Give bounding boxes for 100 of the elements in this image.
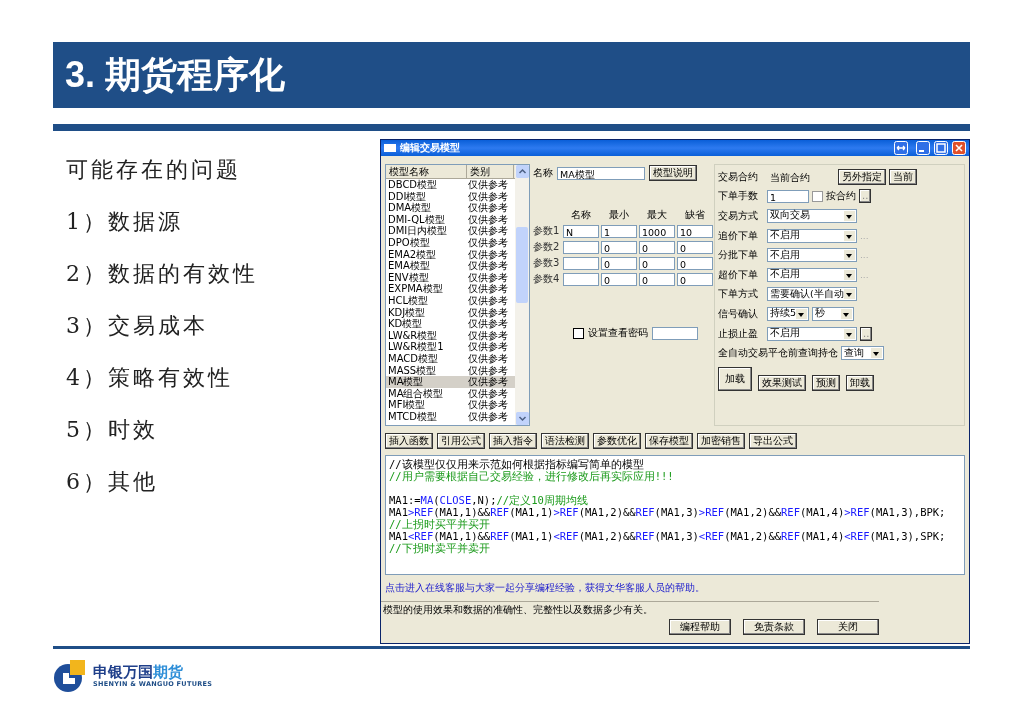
list-row[interactable]: MACD模型 仅供参考 xyxy=(386,352,515,365)
password-field[interactable] xyxy=(652,326,698,340)
help-link[interactable]: 点击进入在线客服与大家一起分享编程经验，获得文华客服人员的帮助。 xyxy=(385,582,705,593)
brand-name: 申银万国期货 xyxy=(93,664,184,680)
setting-label: 止损止盈 xyxy=(718,326,759,341)
slide-title: 3. 期货程序化 xyxy=(65,52,286,97)
toolbar-button[interactable]: 插入指令 xyxy=(489,433,537,449)
select-field[interactable]: 不启用 xyxy=(767,267,857,282)
toolbar-button[interactable]: 插入函数 xyxy=(385,433,433,449)
list-row[interactable]: KDJ模型 仅供参考 xyxy=(386,306,515,319)
param-field[interactable]: 0 xyxy=(639,272,675,286)
list-row[interactable]: EXPMA模型 仅供参考 xyxy=(386,283,515,295)
list-row[interactable]: LW&R模型1 仅供参考 xyxy=(386,341,515,353)
param-label: 参数3 xyxy=(533,256,561,270)
column-header[interactable]: 模型名称 xyxy=(386,165,467,178)
select-field[interactable]: 不启用 xyxy=(767,248,857,263)
column-header[interactable]: 类别 xyxy=(467,165,514,178)
bullet-text: 5）时效 xyxy=(66,417,159,442)
toolbar-button[interactable]: 导出公式 xyxy=(749,433,797,449)
bullet-text: 3）交易成本 xyxy=(66,313,209,338)
param-field[interactable]: 0 xyxy=(677,272,713,286)
action-button[interactable]: 效果测试 xyxy=(758,374,806,391)
toolbar-button[interactable]: 引用公式 xyxy=(437,433,485,449)
list-row[interactable]: LW&R模型 仅供参考 xyxy=(386,329,515,342)
select-field[interactable]: 双向交易 xyxy=(767,209,857,223)
select-field[interactable]: 持续5 xyxy=(767,306,809,321)
describe-button[interactable]: 模型说明 xyxy=(649,165,697,181)
list-row[interactable]: DMA模型 仅供参考 xyxy=(386,202,515,214)
select-field[interactable]: 不启用 xyxy=(767,326,857,341)
param-field[interactable]: 0 xyxy=(677,256,713,270)
param-field[interactable] xyxy=(563,240,599,254)
checkbox[interactable] xyxy=(812,190,823,202)
param-field[interactable]: 10 xyxy=(677,224,713,238)
list-row[interactable]: MA模型 仅供参考 xyxy=(386,376,515,388)
footer-button[interactable]: 免责条款 xyxy=(743,619,805,635)
window-title: 编辑交易模型 xyxy=(400,141,461,155)
select-field[interactable]: 需要确认(半自动 xyxy=(767,287,857,302)
status-text: 模型的使用效果和数据的准确性、完整性以及数据多少有关。 xyxy=(382,603,654,617)
list-row[interactable]: DPO模型 仅供参考 xyxy=(386,236,515,249)
list-row[interactable]: MTCD模型 仅供参考 xyxy=(386,410,515,423)
list-row[interactable]: MA组合模型 仅供参考 xyxy=(386,387,515,400)
column-header: 缺省 xyxy=(684,208,706,222)
setting-label: 下单方式 xyxy=(718,287,759,302)
setting-label: 分批下单 xyxy=(718,248,759,263)
list-row[interactable]: DBCD模型 仅供参考 xyxy=(386,179,515,191)
resize-icon[interactable] xyxy=(894,141,908,155)
list-row[interactable]: EMA2模型 仅供参考 xyxy=(386,248,515,261)
param-field[interactable]: 0 xyxy=(601,256,637,270)
name-field[interactable]: MA模型 xyxy=(557,166,645,180)
contract-button[interactable]: 另外指定 xyxy=(838,168,886,185)
toolbar-button[interactable]: 参数优化 xyxy=(593,433,641,449)
bullet-text: 可能存在的问题 xyxy=(66,157,242,182)
action-button[interactable]: 卸载 xyxy=(846,374,874,391)
code-line: //用户需要根据自己交易经验，进行修改后再实际应用!!! xyxy=(389,470,675,482)
param-field[interactable]: 0 xyxy=(639,240,675,254)
list-row[interactable]: DMI日内模型 仅供参考 xyxy=(386,225,515,237)
param-field[interactable] xyxy=(563,256,599,270)
column-header: 最小 xyxy=(608,208,630,222)
code-editor[interactable] xyxy=(385,455,965,575)
list-row[interactable]: KD模型 仅供参考 xyxy=(386,318,515,330)
logo-icon xyxy=(53,659,87,693)
param-field[interactable]: 0 xyxy=(677,240,713,254)
setting-label: 下单手数 xyxy=(718,189,759,204)
list-row[interactable]: MFI模型 仅供参考 xyxy=(386,399,515,411)
param-field[interactable]: 0 xyxy=(601,272,637,286)
list-row[interactable]: HCL模型 仅供参考 xyxy=(386,294,515,307)
param-field[interactable] xyxy=(563,272,599,286)
code-line: MA1>REF(MA1,1)&&REF(MA1,1)>REF(MA1,2)&&REF(MA1,3)>REF(MA1,2)&&REF(MA1,4)>REF(MA1,3),BPK; xyxy=(389,506,947,518)
minimize-icon[interactable] xyxy=(916,141,930,155)
select-field[interactable]: 不启用 xyxy=(767,228,857,243)
scroll-thumb[interactable] xyxy=(516,227,528,303)
param-field[interactable]: 1 xyxy=(601,224,637,238)
load-button[interactable]: 加载 xyxy=(718,366,752,391)
setting-label: 超价下单 xyxy=(718,267,759,282)
contract-button[interactable]: 当前 xyxy=(889,168,917,185)
checkbox-label: 设置查看密码 xyxy=(588,326,648,340)
param-field[interactable]: N xyxy=(563,224,599,238)
toolbar-button[interactable]: 语法检测 xyxy=(541,433,589,449)
param-label: 参数2 xyxy=(533,240,561,254)
select-field[interactable]: 秒 xyxy=(812,306,854,321)
list-row[interactable]: MASS模型 仅供参考 xyxy=(386,364,515,377)
param-field[interactable]: 0 xyxy=(601,240,637,254)
param-field[interactable]: 0 xyxy=(639,256,675,270)
maximize-icon[interactable] xyxy=(934,141,948,155)
footer-button[interactable]: 关闭 xyxy=(817,619,879,635)
list-row[interactable]: DDI模型 仅供参考 xyxy=(386,190,515,203)
action-button[interactable]: 预测 xyxy=(812,374,840,391)
param-field[interactable]: 1000 xyxy=(639,224,675,238)
list-row[interactable]: EMA模型 仅供参考 xyxy=(386,260,515,272)
setting-label: 信号确认 xyxy=(718,306,759,321)
checkbox[interactable] xyxy=(573,327,584,339)
toolbar-button[interactable]: 加密销售 xyxy=(697,433,745,449)
quantity-field[interactable]: 1 xyxy=(767,189,809,203)
footer-button[interactable]: 编程帮助 xyxy=(669,619,731,635)
select-field[interactable]: 查询 xyxy=(841,346,884,361)
toolbar-button[interactable]: 保存模型 xyxy=(645,433,693,449)
list-row[interactable]: ENV模型 仅供参考 xyxy=(386,271,515,284)
bullet-text: 4）策略有效性 xyxy=(66,365,234,390)
close-icon[interactable] xyxy=(952,141,966,155)
list-row[interactable]: DMI-QL模型 仅供参考 xyxy=(386,213,515,226)
